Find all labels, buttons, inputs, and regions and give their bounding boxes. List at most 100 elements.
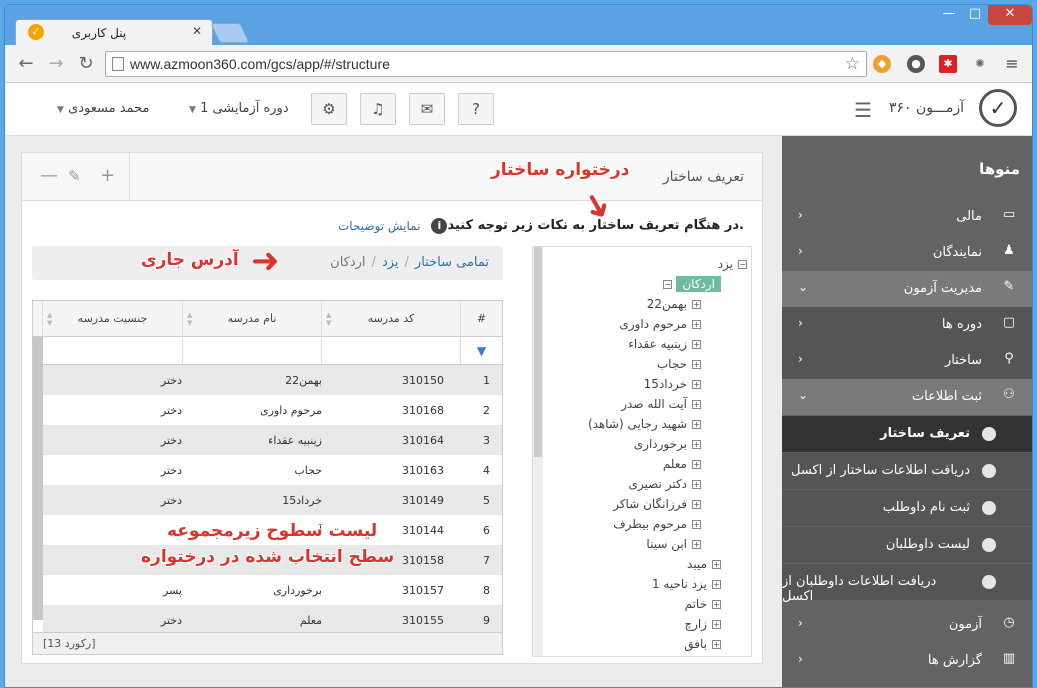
period-dropdown[interactable]: ▼ دوره آزمایشی 1 bbox=[183, 101, 289, 116]
tree-node[interactable]: مرحوم داوری + bbox=[619, 317, 701, 331]
tree-node[interactable]: فرزانگان شاکر + bbox=[613, 497, 701, 511]
tree-node[interactable]: 15خرداد + bbox=[644, 377, 701, 391]
tree-node[interactable]: ابن سینا + bbox=[646, 537, 701, 551]
tree-node[interactable]: مرحوم بیطرف + bbox=[613, 517, 701, 531]
expand-icon[interactable]: + bbox=[692, 420, 701, 429]
grid-left-scrollbar[interactable] bbox=[33, 337, 43, 620]
close-window-button[interactable]: ✕ bbox=[988, 5, 1032, 25]
expand-icon[interactable]: + bbox=[712, 620, 721, 629]
extension-film-icon[interactable]: ● bbox=[907, 55, 925, 73]
sidebar-item-agents[interactable]: ♟ نمایندگان › bbox=[782, 235, 1032, 271]
tree-scrollbar[interactable] bbox=[533, 247, 543, 656]
hamburger-menu-icon[interactable]: ☰ bbox=[854, 98, 872, 122]
tree-node[interactable]: شهید رجایی (شاهد) + bbox=[588, 417, 701, 431]
expand-icon[interactable]: + bbox=[712, 580, 721, 589]
expand-icon[interactable]: + bbox=[692, 340, 701, 349]
col-header-code[interactable]: ▲ ▼ کد مدرسه bbox=[322, 301, 461, 337]
bookmark-star-icon[interactable]: ☆ bbox=[845, 54, 860, 74]
table-row[interactable]: 3 310164 زینبیه عقداء دختر bbox=[43, 425, 502, 455]
tree-node[interactable]: 22بهمن + bbox=[647, 297, 701, 311]
user-dropdown[interactable]: ▼ محمد مسعودی bbox=[51, 101, 149, 116]
expand-icon[interactable]: + bbox=[692, 480, 701, 489]
help-button[interactable]: ? bbox=[458, 93, 494, 125]
show-help-link[interactable]: نمایش توضیحات bbox=[338, 219, 420, 233]
sidebar-item-exam-management[interactable]: ✎ مدیریت آزمون ⌄ bbox=[782, 271, 1032, 307]
sidebar-item-import-structure[interactable]: دریافت اطلاعات ساختار از اکسل bbox=[782, 453, 1032, 489]
notifications-button[interactable]: ♫ bbox=[360, 93, 396, 125]
table-row[interactable]: 9 310155 معلم دختر bbox=[43, 605, 502, 635]
expand-icon[interactable]: + bbox=[692, 460, 701, 469]
sidebar-item-structure[interactable]: ⚲ ساختار › bbox=[782, 343, 1032, 379]
sidebar-item-register-candidate[interactable]: ثبت نام داوطلب bbox=[782, 490, 1032, 526]
tree-node[interactable]: برخورداری + bbox=[634, 437, 701, 451]
table-row[interactable]: 2 310168 مرحوم داوری دختر bbox=[43, 395, 502, 425]
tree-scroll-thumb[interactable] bbox=[534, 247, 542, 457]
forward-arrow-icon[interactable]: → bbox=[45, 53, 67, 74]
tree-node[interactable]: یزد ناحیه 1 + bbox=[652, 577, 721, 591]
expand-icon[interactable]: + bbox=[692, 520, 701, 529]
browser-menu-icon[interactable]: ≡ bbox=[1003, 55, 1021, 73]
chevron-right-icon: › bbox=[798, 208, 803, 222]
edit-pencil-icon[interactable]: ✎ bbox=[68, 167, 81, 185]
expand-icon[interactable]: + bbox=[692, 300, 701, 309]
tree-node[interactable]: آیت الله صدر + bbox=[621, 397, 701, 411]
mail-button[interactable]: ✉ bbox=[409, 93, 445, 125]
tab-close-icon[interactable]: ✕ bbox=[192, 24, 202, 38]
extension-fox-icon[interactable]: ◆ bbox=[873, 55, 891, 73]
tree-node[interactable]: زارچ + bbox=[684, 617, 721, 631]
collapse-icon[interactable]: − bbox=[738, 260, 747, 269]
col-header-name[interactable]: ▲ ▼ نام مدرسه bbox=[183, 301, 322, 337]
col-header-gender[interactable]: ▲ ▼ جنسیت مدرسه bbox=[43, 301, 183, 337]
expand-icon[interactable]: + bbox=[692, 540, 701, 549]
extension-gear-icon[interactable]: ✺ bbox=[971, 55, 989, 73]
sidebar-item-finance[interactable]: ▭ مالی › bbox=[782, 199, 1032, 235]
tree-node[interactable]: زینبیه عقداء + bbox=[628, 337, 701, 351]
address-bar[interactable]: www.azmoon360.com/gcs/app/#/structure ☆ bbox=[105, 51, 867, 77]
expand-icon[interactable]: + bbox=[692, 380, 701, 389]
collapse-icon[interactable]: − bbox=[663, 280, 673, 289]
browser-tab[interactable]: ✓ پنل کاربری ✕ bbox=[15, 19, 213, 45]
breadcrumb-root[interactable]: تمامی ساختار bbox=[415, 255, 489, 270]
expand-icon[interactable]: + bbox=[692, 440, 701, 449]
tree-node[interactable]: بافق + bbox=[684, 637, 721, 651]
sidebar-item-reports[interactable]: ▥ گزارش ها › bbox=[782, 643, 1032, 679]
sidebar-item-data-entry[interactable]: ⚇ ثبت اطلاعات ⌄ bbox=[782, 379, 1032, 415]
table-row[interactable]: 5 310149 15خرداد دختر bbox=[43, 485, 502, 515]
tree-node-root[interactable]: یزد − bbox=[718, 257, 747, 271]
sidebar-item-define-structure[interactable]: تعریف ساختار bbox=[782, 416, 1032, 452]
sidebar-item-candidates-list[interactable]: لیست داوطلبان bbox=[782, 527, 1032, 563]
add-icon[interactable]: + bbox=[100, 165, 115, 186]
reload-icon[interactable]: ↻ bbox=[75, 53, 97, 74]
tree-node[interactable]: میبد + bbox=[687, 557, 721, 571]
tree-node[interactable]: خاتم + bbox=[685, 597, 721, 611]
tree-node[interactable]: معلم + bbox=[663, 457, 701, 471]
table-row[interactable]: 4 310163 حجاب دختر bbox=[43, 455, 502, 485]
sidebar-item-exam[interactable]: ◷ آزمون › bbox=[782, 607, 1032, 643]
new-tab-button[interactable] bbox=[210, 23, 250, 43]
back-arrow-icon[interactable]: ← bbox=[15, 53, 37, 74]
minimize-button[interactable]: — bbox=[936, 5, 962, 25]
filter-name-input[interactable] bbox=[183, 337, 322, 365]
filter-funnel-icon[interactable]: ▼ bbox=[461, 337, 502, 365]
tree-node[interactable]: حجاب + bbox=[657, 357, 701, 371]
extension-asterisk-icon[interactable]: ✱ bbox=[939, 55, 957, 73]
expand-icon[interactable]: + bbox=[692, 320, 701, 329]
tree-node-selected[interactable]: − اردکان bbox=[663, 276, 721, 292]
settings-button[interactable]: ⚙ bbox=[311, 93, 347, 125]
sidebar-item-import-candidates[interactable]: دریافت اطلاعات داوطلبان از اکسل bbox=[782, 564, 1032, 604]
expand-icon[interactable]: + bbox=[692, 400, 701, 409]
sidebar-item-periods[interactable]: ▢ دوره ها › bbox=[782, 307, 1032, 343]
table-row[interactable]: 1 310150 22بهمن دختر bbox=[43, 365, 502, 395]
expand-icon[interactable]: + bbox=[692, 500, 701, 509]
filter-gender-input[interactable] bbox=[43, 337, 183, 365]
expand-icon[interactable]: + bbox=[712, 640, 721, 649]
tree-node[interactable]: دکتر نصیری + bbox=[629, 477, 701, 491]
breadcrumb-item[interactable]: یزد bbox=[382, 255, 399, 270]
expand-icon[interactable]: + bbox=[692, 360, 701, 369]
remove-icon[interactable]: — bbox=[40, 165, 58, 186]
filter-code-input[interactable] bbox=[322, 337, 461, 365]
expand-icon[interactable]: + bbox=[712, 560, 721, 569]
maximize-button[interactable]: □ bbox=[962, 5, 988, 25]
table-row[interactable]: 8 310157 برخورداری پسر bbox=[43, 575, 502, 605]
expand-icon[interactable]: + bbox=[712, 600, 721, 609]
